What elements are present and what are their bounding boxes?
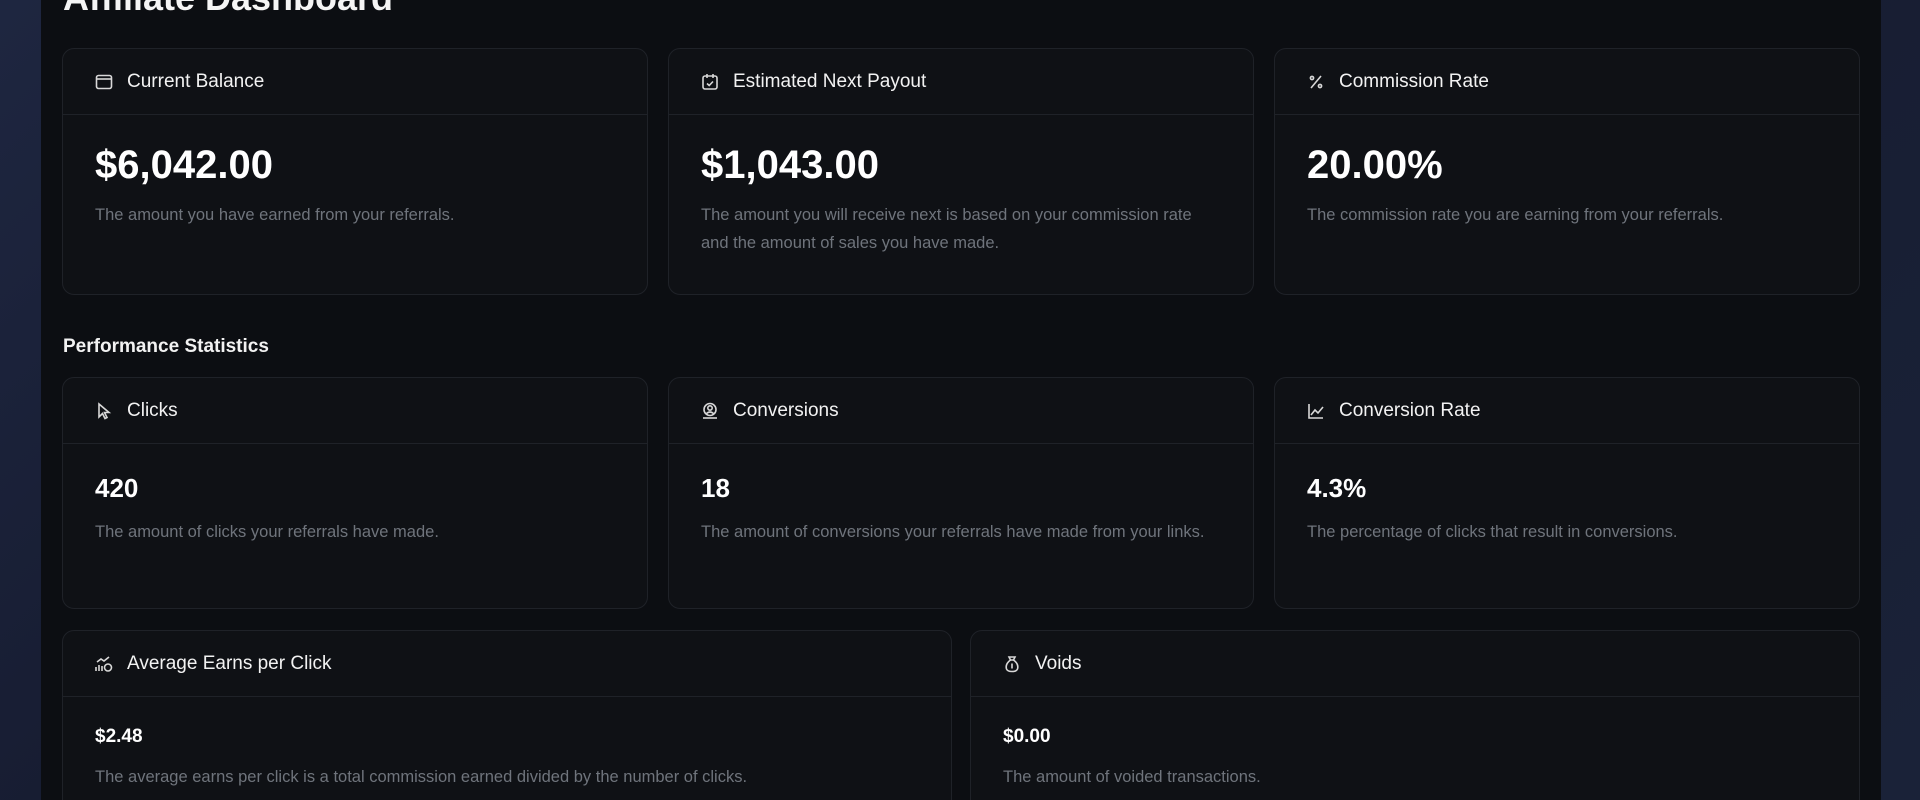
card-header: Average Earns per Click xyxy=(63,631,951,697)
average-earns-card: Average Earns per Click $2.48 The averag… xyxy=(62,630,952,800)
voids-card: Voids $0.00 The amount of voided transac… xyxy=(970,630,1860,800)
section-title: Performance Statistics xyxy=(63,336,269,357)
dashboard-panel: Affiliate Dashboard Current Balance $6,0… xyxy=(41,0,1881,800)
card-description: The amount you will receive next is base… xyxy=(701,206,1192,252)
next-payout-card: Estimated Next Payout $1,043.00 The amou… xyxy=(668,48,1254,295)
clicks-value: 420 xyxy=(95,473,139,503)
card-label: Commission Rate xyxy=(1339,70,1489,92)
card-description: The average earns per click is a total c… xyxy=(95,768,748,786)
conversions-card: Conversions 18 The amount of conversions… xyxy=(668,377,1254,609)
current-balance-card: Current Balance $6,042.00 The amount you… xyxy=(62,48,648,295)
card-label: Conversions xyxy=(733,399,839,421)
card-description: The amount of conversions your referrals… xyxy=(701,523,1205,541)
card-description: The amount of voided transactions. xyxy=(1003,768,1261,786)
line-chart-icon xyxy=(1305,400,1327,422)
user-badge-icon xyxy=(699,400,721,422)
card-label: Average Earns per Click xyxy=(127,652,332,674)
conversion-rate-card: Conversion Rate 4.3% The percentage of c… xyxy=(1274,377,1860,609)
clicks-card: Clicks 420 The amount of clicks your ref… xyxy=(62,377,648,609)
cursor-pointer-icon xyxy=(93,400,115,422)
card-header: Clicks xyxy=(63,378,647,444)
card-label: Conversion Rate xyxy=(1339,399,1481,421)
card-header: Current Balance xyxy=(63,49,647,115)
average-earns-value: $2.48 xyxy=(95,726,143,747)
card-header: Voids xyxy=(971,631,1859,697)
card-header: Conversions xyxy=(669,378,1253,444)
conversions-value: 18 xyxy=(701,473,730,503)
payout-value: $1,043.00 xyxy=(701,143,879,187)
percent-icon xyxy=(1305,71,1327,93)
coins-chart-icon xyxy=(93,653,115,675)
conversion-rate-value: 4.3% xyxy=(1307,473,1367,503)
page-title: Affiliate Dashboard xyxy=(63,0,393,16)
card-label: Estimated Next Payout xyxy=(733,70,927,92)
commission-value: 20.00% xyxy=(1307,143,1443,187)
card-description: The amount of clicks your referrals have… xyxy=(95,523,439,541)
money-bag-icon xyxy=(1001,653,1023,675)
card-header: Commission Rate xyxy=(1275,49,1859,115)
commission-rate-card: Commission Rate 20.00% The commission ra… xyxy=(1274,48,1860,295)
card-header: Estimated Next Payout xyxy=(669,49,1253,115)
card-header: Conversion Rate xyxy=(1275,378,1859,444)
card-label: Voids xyxy=(1035,652,1082,674)
voids-value: $0.00 xyxy=(1003,726,1051,747)
card-label: Current Balance xyxy=(127,70,265,92)
card-description: The percentage of clicks that result in … xyxy=(1307,523,1678,541)
card-description: The amount you have earned from your ref… xyxy=(95,206,455,224)
calendar-check-icon xyxy=(699,71,721,93)
card-description: The commission rate you are earning from… xyxy=(1307,206,1724,224)
card-label: Clicks xyxy=(127,399,178,421)
balance-value: $6,042.00 xyxy=(95,143,273,187)
wallet-icon xyxy=(93,71,115,93)
